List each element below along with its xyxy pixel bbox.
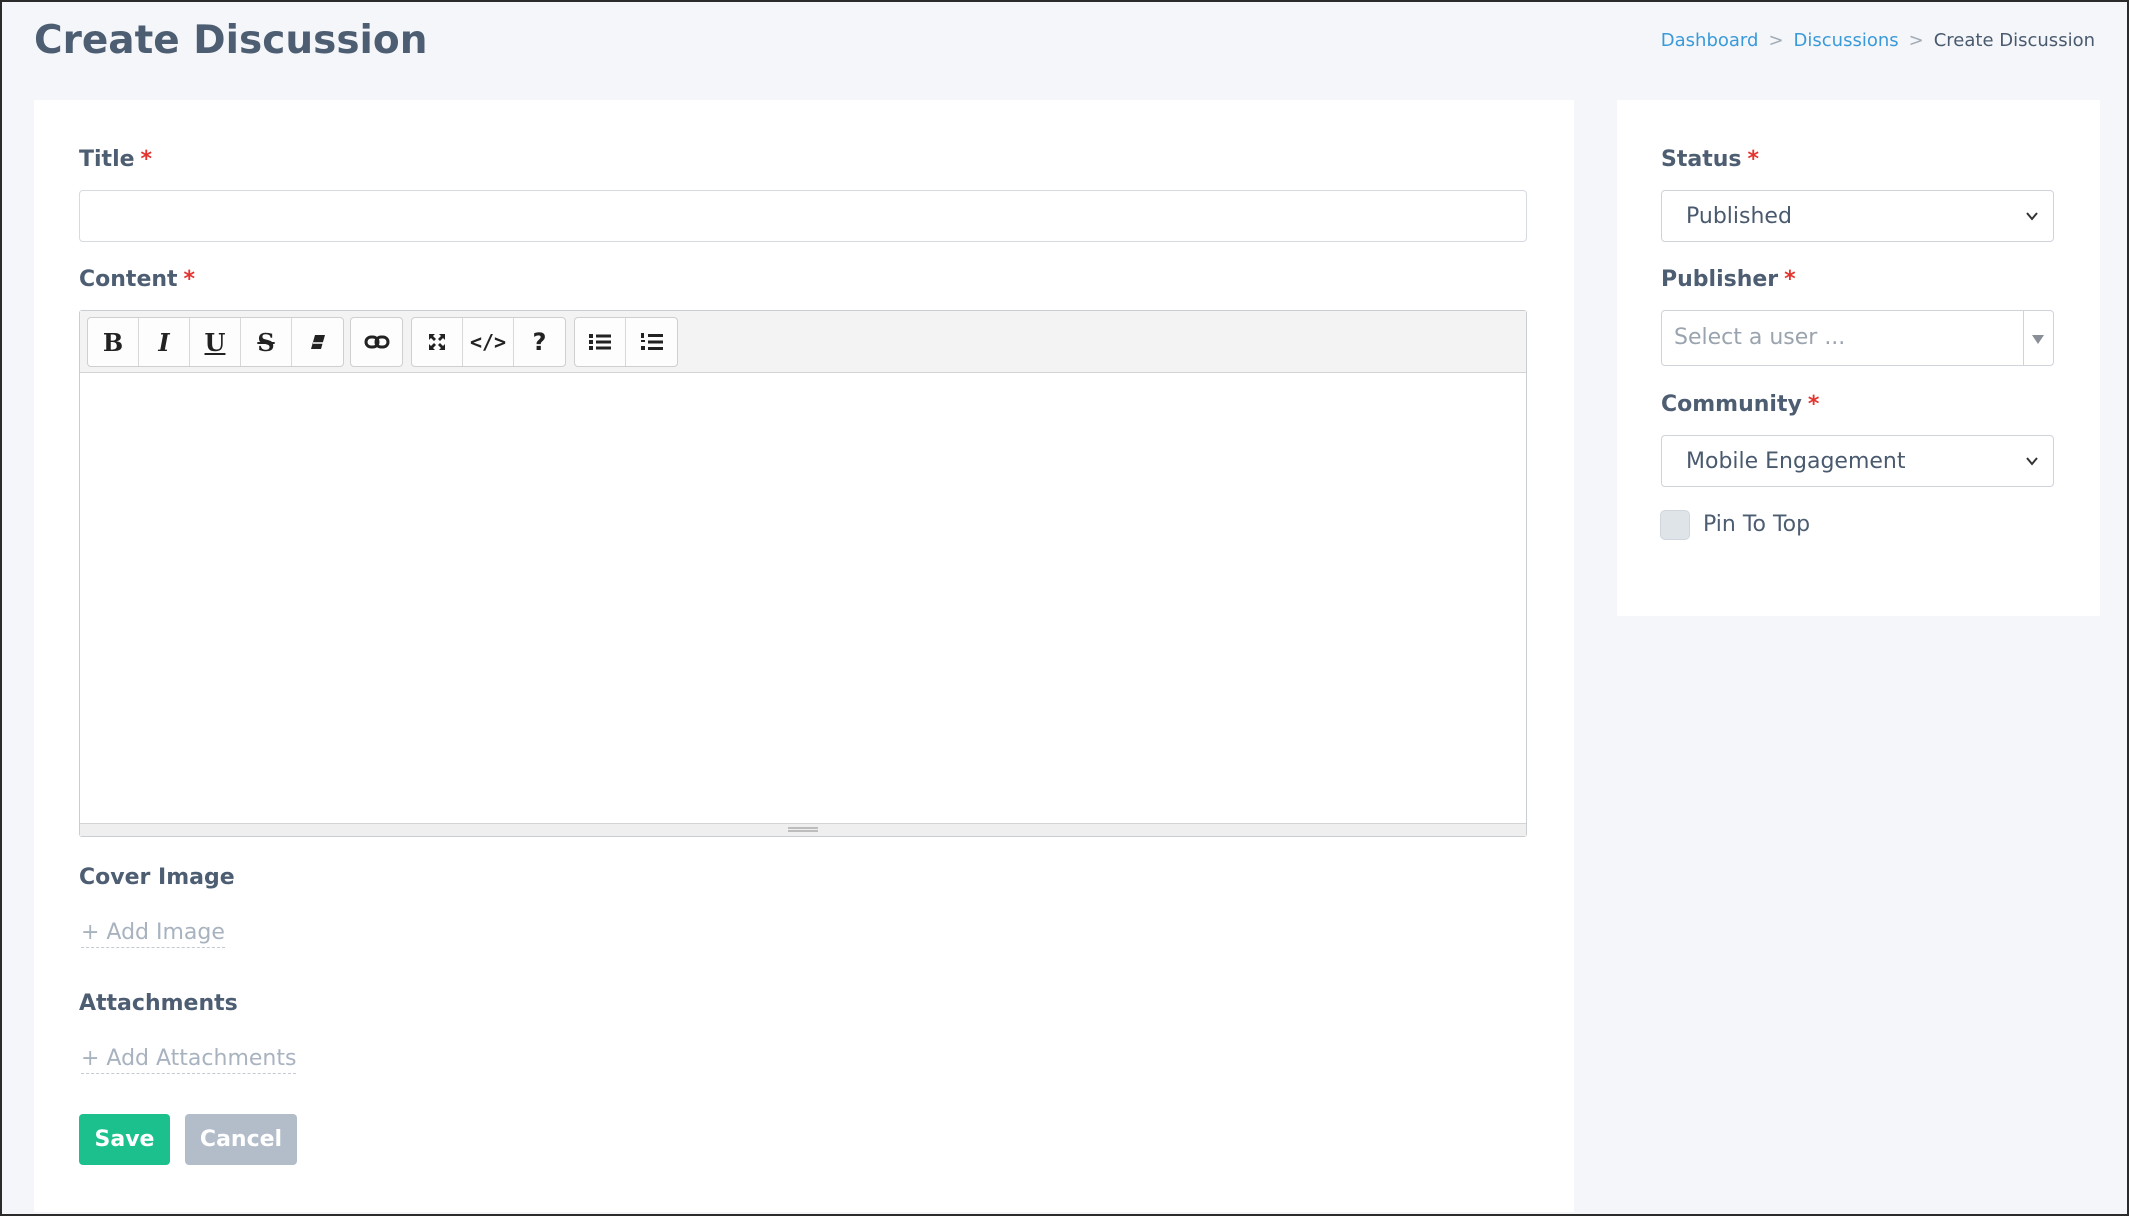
community-selected-value: Mobile Engagement — [1686, 448, 1906, 474]
eraser-svg — [310, 335, 325, 349]
title-input[interactable] — [79, 190, 1527, 242]
discussion-form-card: Title * Content * B I U S </> ? Cover Im… — [34, 100, 1574, 1212]
toolbar-group-lists — [574, 317, 678, 367]
numbered-list-svg — [640, 333, 663, 350]
community-select[interactable]: Mobile Engagement — [1661, 435, 2054, 487]
toolbar-group-format: B I U S — [87, 317, 344, 367]
select-divider — [2023, 311, 2024, 365]
status-label: Status * — [1661, 147, 1759, 172]
publisher-select[interactable]: Select a user ... — [1661, 310, 2054, 366]
editor-resize-handle[interactable] — [80, 823, 1526, 836]
link-svg — [364, 335, 389, 349]
content-label: Content * — [79, 267, 195, 292]
app-frame: Create Discussion Dashboard > Discussion… — [0, 0, 2129, 1216]
title-label: Title * — [79, 147, 152, 172]
bold-icon[interactable]: B — [88, 318, 139, 366]
publisher-label-text: Publisher — [1661, 267, 1779, 292]
page-title: Create Discussion — [34, 18, 428, 63]
community-label-text: Community — [1661, 392, 1802, 417]
bullet-list-icon[interactable] — [575, 318, 626, 366]
underline-icon[interactable]: U — [190, 318, 241, 366]
add-image-link[interactable]: + Add Image — [81, 920, 225, 948]
eraser-icon[interactable] — [292, 318, 343, 366]
breadcrumb-dashboard[interactable]: Dashboard — [1661, 30, 1759, 51]
cancel-button[interactable]: Cancel — [185, 1114, 297, 1165]
chevron-down-icon — [2026, 457, 2038, 466]
link-icon[interactable] — [351, 318, 402, 366]
resize-grip-icon — [788, 827, 818, 832]
required-mark: * — [1807, 392, 1820, 417]
content-label-text: Content — [79, 267, 178, 292]
toolbar-group-view: </> ? — [411, 317, 566, 367]
fullscreen-icon[interactable] — [412, 318, 463, 366]
title-label-text: Title — [79, 147, 135, 172]
required-mark: * — [183, 267, 196, 292]
toolbar-group-link — [350, 317, 403, 367]
help-icon[interactable]: ? — [514, 318, 565, 366]
strike-glyph: S — [257, 327, 275, 357]
community-label: Community * — [1661, 392, 1819, 417]
pin-to-top-label[interactable]: Pin To Top — [1703, 512, 1810, 537]
code-icon[interactable]: </> — [463, 318, 514, 366]
caret-down-icon — [2032, 335, 2044, 344]
status-label-text: Status — [1661, 147, 1742, 172]
numbered-list-icon[interactable] — [626, 318, 677, 366]
italic-glyph: I — [158, 327, 170, 357]
breadcrumb-separator: > — [1768, 30, 1784, 51]
italic-icon[interactable]: I — [139, 318, 190, 366]
editor-toolbar: B I U S </> ? — [80, 311, 1526, 373]
breadcrumb: Dashboard > Discussions > Create Discuss… — [1661, 30, 2095, 51]
publisher-placeholder: Select a user ... — [1674, 325, 1846, 350]
publisher-label: Publisher * — [1661, 267, 1796, 292]
attachments-label: Attachments — [79, 991, 238, 1016]
breadcrumb-current: Create Discussion — [1933, 30, 2095, 51]
status-selected-value: Published — [1686, 203, 1792, 229]
save-button[interactable]: Save — [79, 1114, 170, 1165]
required-mark: * — [1784, 267, 1796, 292]
bullet-list-svg — [589, 334, 611, 350]
cover-image-label: Cover Image — [79, 865, 235, 890]
add-attachments-link[interactable]: + Add Attachments — [81, 1046, 297, 1074]
required-mark: * — [140, 147, 153, 172]
rich-text-editor: B I U S </> ? — [79, 310, 1527, 837]
required-mark: * — [1747, 147, 1759, 172]
status-select[interactable]: Published — [1661, 190, 2054, 242]
strikethrough-icon[interactable]: S — [241, 318, 292, 366]
breadcrumb-discussions[interactable]: Discussions — [1794, 30, 1899, 51]
editor-content-area[interactable] — [80, 373, 1526, 823]
chevron-down-icon — [2026, 212, 2038, 221]
code-glyph: </> — [469, 330, 507, 354]
help-glyph: ? — [532, 328, 547, 356]
discussion-settings-card: Status * Published Publisher * Select a us… — [1617, 100, 2100, 616]
pin-to-top-checkbox[interactable] — [1660, 510, 1690, 540]
breadcrumb-separator: > — [1908, 30, 1924, 51]
bold-glyph: B — [102, 327, 124, 357]
underline-glyph: U — [204, 327, 226, 357]
fullscreen-svg — [429, 334, 445, 350]
